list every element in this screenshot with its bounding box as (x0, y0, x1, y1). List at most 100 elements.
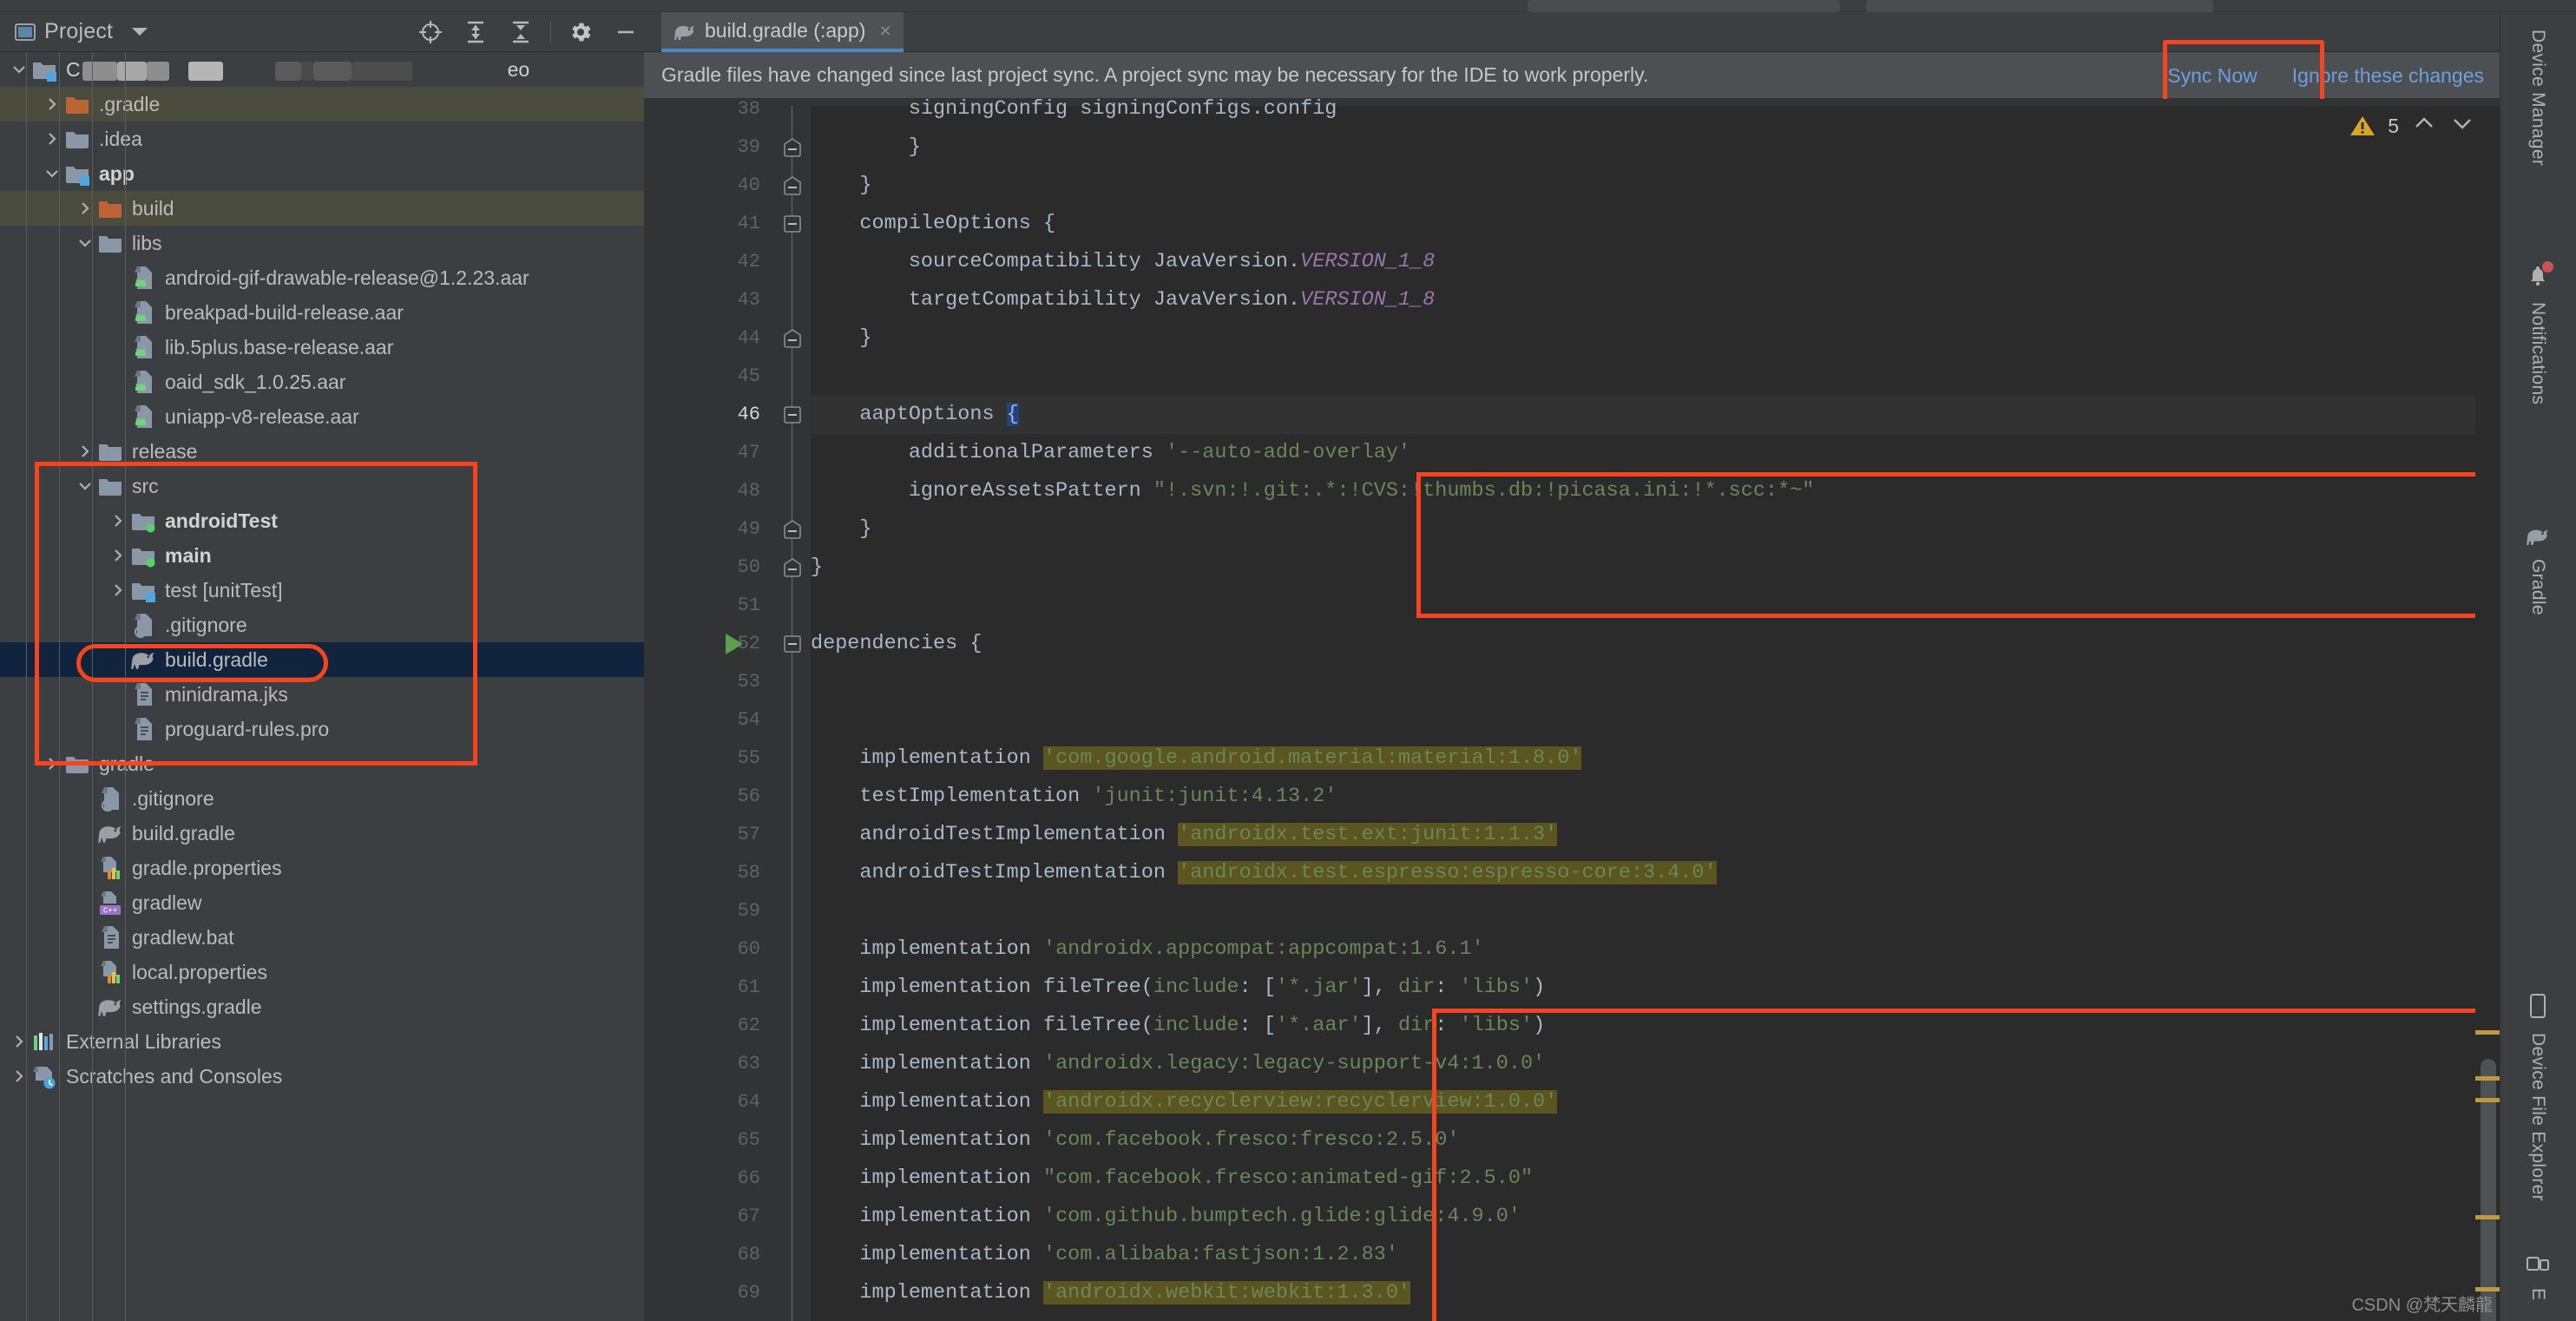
folder-icon (97, 473, 123, 499)
collapse-all-icon[interactable] (498, 12, 543, 52)
expand-all-icon[interactable] (453, 12, 498, 52)
sync-now-button[interactable]: Sync Now (2150, 52, 2275, 99)
tab-build-gradle-app[interactable]: build.gradle (:app) × (661, 12, 904, 52)
tree-item-android-gif-drawable-release-1-2-23-aar[interactable]: android-gif-drawable-release@1.2.23.aar (0, 260, 644, 295)
tree-guide-line (26, 52, 27, 1321)
tree-item-release[interactable]: release (0, 434, 644, 469)
code-token: : (1435, 976, 1460, 999)
tree-item-gradlew[interactable]: C++ gradlew (0, 885, 644, 920)
line-number: 59 (737, 900, 760, 922)
locate-icon[interactable] (408, 12, 453, 52)
chevron-right-icon[interactable] (73, 434, 97, 469)
tree-item-proguard-rules-pro[interactable]: proguard-rules.pro (0, 712, 644, 746)
tool-label-notifications: Notifications (2528, 302, 2548, 405)
tree-item-external-libraries[interactable]: External Libraries (0, 1024, 644, 1059)
tree-item-label: gradlew (132, 891, 202, 914)
tree-item-gradle[interactable]: .gradle (0, 87, 644, 122)
tool-button-emulator[interactable]: E (2500, 1253, 2576, 1300)
chevron-right-icon[interactable] (106, 538, 130, 573)
editor-tab-bar: build.gradle (:app) × (644, 12, 2576, 52)
fold-marker-minus[interactable] (781, 404, 804, 426)
code-string: include (1153, 1014, 1239, 1037)
line-number: 64 (737, 1091, 760, 1113)
tree-item-build-gradle[interactable]: build.gradle (0, 642, 644, 677)
gitignore-file-icon (97, 785, 123, 812)
fold-marker-up[interactable] (781, 136, 804, 159)
code-folding-column[interactable] (726, 106, 811, 1321)
fold-marker-up[interactable] (781, 327, 804, 350)
previous-problem-icon[interactable] (2411, 115, 2437, 137)
chevron-right-icon[interactable] (106, 573, 130, 608)
tree-item-src[interactable]: src (0, 469, 644, 503)
line-number: 46 (737, 404, 760, 425)
tree-item-local-properties[interactable]: local.properties (0, 955, 644, 989)
gear-icon[interactable] (558, 12, 603, 52)
fold-marker-up[interactable] (781, 556, 804, 579)
tool-button-notifications[interactable]: Notifications (2500, 261, 2576, 405)
tree-item-gradle-properties[interactable]: gradle.properties (0, 851, 644, 885)
tree-item-project-root[interactable]: Ceo (0, 52, 644, 87)
next-problem-icon[interactable] (2449, 115, 2475, 137)
scrollbar-warning-marker (2475, 1076, 2500, 1081)
ignore-changes-button[interactable]: Ignore these changes (2275, 52, 2501, 99)
code-token: additionalParameters (908, 441, 1166, 464)
tree-item-oaid-sdk-1-0-25-aar[interactable]: oaid_sdk_1.0.25.aar (0, 365, 644, 399)
tree-item-scratches-and-consoles[interactable]: Scratches and Consoles (0, 1059, 644, 1094)
chevron-right-icon[interactable] (73, 191, 97, 226)
tree-item-settings-gradle[interactable]: settings.gradle (0, 989, 644, 1024)
chevron-down-icon[interactable] (132, 28, 148, 36)
run-gutter-icon[interactable] (726, 634, 743, 654)
fold-marker-up[interactable] (781, 518, 804, 541)
tree-item-breakpad-build-release-aar[interactable]: breakpad-build-release.aar (0, 295, 644, 330)
code-string: 'com.alibaba:fastjson:1.2.83' (1042, 1243, 1398, 1266)
tree-item-gitignore[interactable]: .gitignore (0, 781, 644, 816)
tree-item-main[interactable]: main (0, 538, 644, 573)
tree-item-test-unittest[interactable]: test [unitTest] (0, 573, 644, 608)
tree-item-libs[interactable]: libs (0, 226, 644, 260)
close-icon[interactable]: × (879, 20, 890, 41)
fold-marker-up[interactable] (781, 174, 804, 197)
tree-item-gitignore[interactable]: .gitignore (0, 608, 644, 642)
code-line: implementation 'com.github.bumptech.glid… (811, 1198, 1521, 1236)
chevron-right-icon[interactable] (7, 1024, 31, 1059)
chevron-right-icon[interactable] (40, 122, 64, 156)
chevron-down-icon[interactable] (73, 469, 97, 503)
tree-item-idea[interactable]: .idea (0, 122, 644, 156)
tree-item-uniapp-v8-release-aar[interactable]: uniapp-v8-release.aar (0, 399, 644, 434)
chevron-right-icon[interactable] (40, 746, 64, 781)
minimize-icon[interactable] (603, 12, 648, 52)
chevron-right-icon[interactable] (106, 503, 130, 538)
project-tree[interactable]: Ceo .gradle .idea app build libs android-gif-d… (0, 52, 644, 1321)
chevron-down-icon[interactable] (73, 226, 97, 260)
tree-item-lib-5plus-base-release-aar[interactable]: lib.5plus.base-release.aar (0, 330, 644, 365)
tree-item-label: lib.5plus.base-release.aar (165, 336, 394, 358)
scratches-icon (31, 1063, 57, 1089)
code-editor[interactable]: 38 39 40 41 42 43 44 45 46 47 48 49 50 51 52 53 54 55 56 57… (644, 99, 2576, 1321)
chevron-down-icon[interactable] (7, 52, 31, 87)
fold-marker-minus[interactable] (781, 213, 804, 235)
code-string: 'libs' (1459, 1014, 1534, 1037)
tree-item-gradlew-bat[interactable]: gradlew.bat (0, 920, 644, 955)
chevron-right-icon[interactable] (40, 87, 64, 122)
tool-button-device-file-explorer[interactable]: Device File Explorer (2500, 993, 2576, 1201)
aar-file-icon (130, 404, 156, 430)
tree-item-gradle[interactable]: gradle (0, 746, 644, 781)
chevron-down-icon[interactable] (40, 156, 64, 191)
code-line: implementation 'com.facebook.fresco:fres… (811, 1121, 1459, 1160)
chevron-right-icon[interactable] (7, 1059, 31, 1094)
inspection-widget[interactable]: 5 (2349, 106, 2475, 146)
tool-button-gradle[interactable]: Gradle (2500, 524, 2576, 615)
tree-item-build[interactable]: build (0, 191, 644, 226)
code-token: } (859, 517, 872, 541)
tree-item-build-gradle[interactable]: build.gradle (0, 816, 644, 851)
tree-item-app[interactable]: app (0, 156, 644, 191)
tree-item-androidtest[interactable]: androidTest (0, 503, 644, 538)
tree-item-minidrama-jks[interactable]: minidrama.jks (0, 677, 644, 712)
code-content[interactable]: signingConfig signingConfigs.config } } … (811, 99, 2527, 1321)
tool-button-device-manager[interactable]: Device Manager (2500, 30, 2576, 166)
line-number: 55 (737, 747, 760, 769)
fold-marker-minus[interactable] (781, 633, 804, 655)
code-string: '*.jar' (1275, 976, 1362, 999)
